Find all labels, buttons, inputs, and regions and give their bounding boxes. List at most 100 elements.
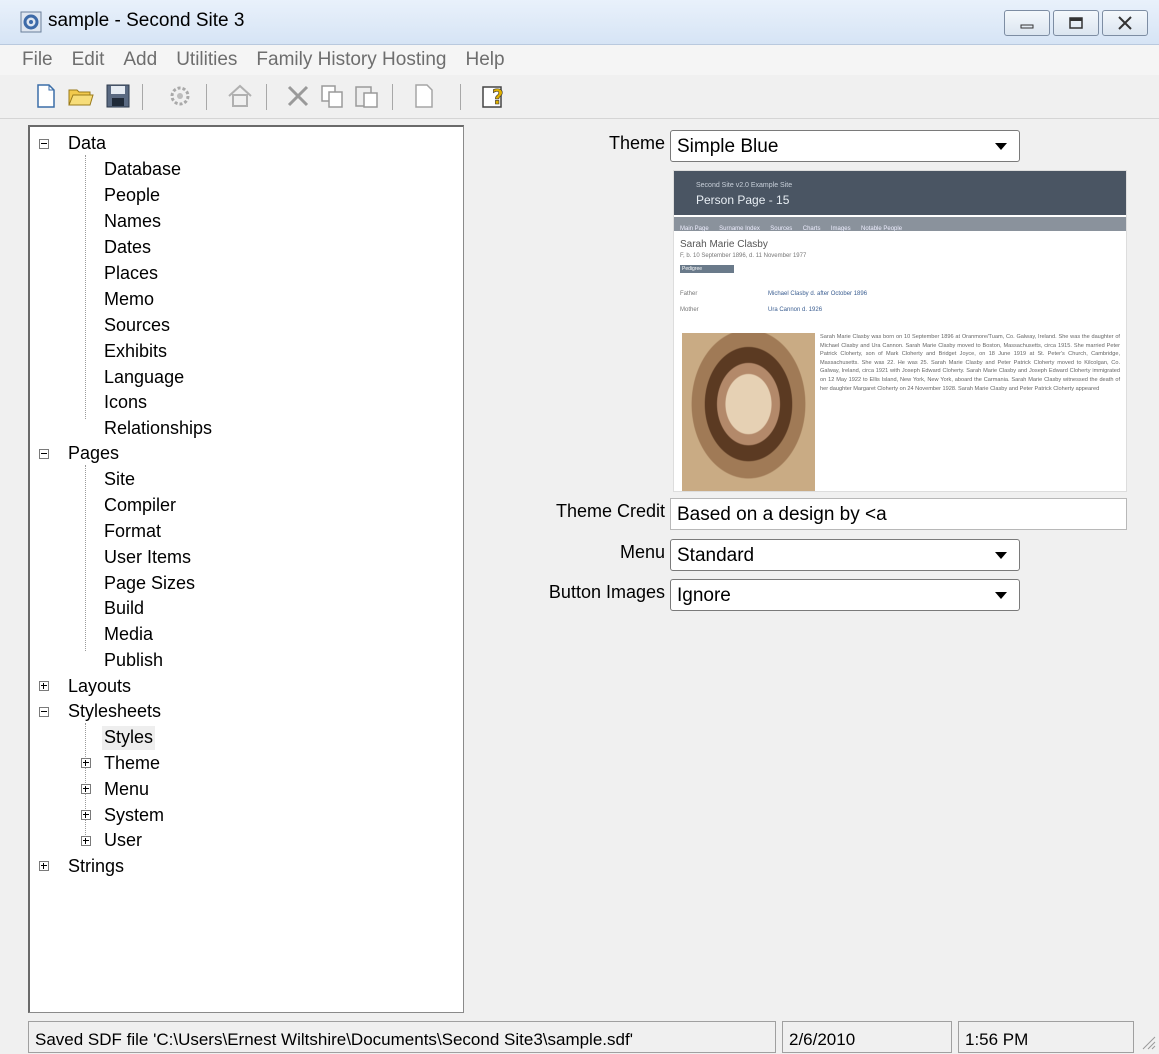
window-controls xyxy=(1004,10,1151,36)
theme-credit-input[interactable]: Based on a design by <a xyxy=(670,498,1127,530)
tree-guide xyxy=(85,155,86,419)
toolbar: ? xyxy=(0,76,1159,119)
dropdown-arrow-icon xyxy=(995,592,1007,599)
menu-utilities[interactable]: Utilities xyxy=(176,49,237,71)
title-bar[interactable]: sample - Second Site 3 xyxy=(0,0,1159,45)
toolbar-separator xyxy=(392,84,393,110)
close-button[interactable] xyxy=(1102,10,1148,36)
tree-item-publish[interactable]: Publish xyxy=(104,649,163,673)
expand-theme-icon[interactable] xyxy=(81,758,91,768)
tree-item-page-sizes[interactable]: Page Sizes xyxy=(104,572,195,596)
preview-mother-value: Ura Cannon d. 1926 xyxy=(768,307,823,313)
preview-site-name: Second Site v2.0 Example Site xyxy=(696,182,793,189)
tree-item-database[interactable]: Database xyxy=(104,158,181,182)
toolbar-separator xyxy=(460,84,461,110)
settings-gear-icon[interactable] xyxy=(166,82,194,110)
menu-add[interactable]: Add xyxy=(123,49,157,71)
collapse-stylesheets-icon[interactable] xyxy=(39,707,49,717)
close-icon xyxy=(1118,16,1132,30)
toolbar-separator xyxy=(206,84,207,110)
toolbar-separator xyxy=(266,84,267,110)
collapse-data-icon[interactable] xyxy=(39,139,49,149)
preview-portrait-photo xyxy=(682,333,815,491)
status-message: Saved SDF file 'C:\Users\Ernest Wiltshir… xyxy=(28,1021,776,1053)
collapse-pages-icon[interactable] xyxy=(39,449,49,459)
tree-item-dates[interactable]: Dates xyxy=(104,236,151,260)
help-icon[interactable]: ? xyxy=(480,82,508,110)
preview-header: Second Site v2.0 Example Site Person Pag… xyxy=(674,171,1126,215)
tree-item-data[interactable]: Data xyxy=(68,132,106,156)
tree-item-user-items[interactable]: User Items xyxy=(104,546,191,570)
preview-nav-item: Surname Index xyxy=(719,226,760,232)
menu-select[interactable]: Standard xyxy=(670,539,1020,571)
tree-item-sources[interactable]: Sources xyxy=(104,314,170,338)
tree-item-build[interactable]: Build xyxy=(104,597,144,621)
tree-item-strings[interactable]: Strings xyxy=(68,855,124,879)
tree-item-pages[interactable]: Pages xyxy=(68,442,119,466)
tree-item-layouts[interactable]: Layouts xyxy=(68,675,131,699)
open-folder-icon[interactable] xyxy=(66,82,94,110)
cut-icon[interactable] xyxy=(284,82,312,110)
theme-select[interactable]: Simple Blue xyxy=(670,130,1020,162)
tree-item-user[interactable]: User xyxy=(104,829,142,853)
preview-person-name: Sarah Marie Clasby xyxy=(680,239,768,250)
expand-layouts-icon[interactable] xyxy=(39,681,49,691)
tree-item-theme[interactable]: Theme xyxy=(104,752,160,776)
toolbar-separator xyxy=(142,84,143,110)
preview-father-row: Father Michael Clasby d. after October 1… xyxy=(680,291,867,297)
tree-item-places[interactable]: Places xyxy=(104,262,158,286)
tree-item-compiler[interactable]: Compiler xyxy=(104,494,176,518)
tree-item-exhibits[interactable]: Exhibits xyxy=(104,340,167,364)
menu-help[interactable]: Help xyxy=(465,49,504,71)
resize-grip-icon[interactable] xyxy=(1140,1034,1156,1050)
dropdown-arrow-icon xyxy=(995,143,1007,150)
tree-item-system[interactable]: System xyxy=(104,804,164,828)
tree-item-icons[interactable]: Icons xyxy=(104,391,147,415)
theme-label: Theme xyxy=(608,133,665,153)
minimize-icon xyxy=(1020,24,1034,29)
menu-bar: File Edit Add Utilities Family History H… xyxy=(0,45,1159,75)
tree-item-memo[interactable]: Memo xyxy=(104,288,154,312)
preview-nav: Main Page Surname Index Sources Charts I… xyxy=(674,217,1126,232)
expand-user-icon[interactable] xyxy=(81,836,91,846)
menu-family-history-hosting[interactable]: Family History Hosting xyxy=(256,49,446,71)
tree-item-people[interactable]: People xyxy=(104,184,160,208)
tree-item-site[interactable]: Site xyxy=(104,468,135,492)
menu-label: Menu xyxy=(619,542,665,562)
home-icon[interactable] xyxy=(226,82,254,110)
tree-guide xyxy=(85,465,86,651)
maximize-icon xyxy=(1069,17,1083,29)
expand-system-icon[interactable] xyxy=(81,810,91,820)
preview-nav-item: Main Page xyxy=(680,226,709,232)
tree-item-names[interactable]: Names xyxy=(104,210,161,234)
dropdown-arrow-icon xyxy=(995,552,1007,559)
save-icon[interactable] xyxy=(104,82,132,110)
blank-page-icon[interactable] xyxy=(410,82,438,110)
button-images-select[interactable]: Ignore xyxy=(670,579,1020,611)
tree-item-media[interactable]: Media xyxy=(104,623,153,647)
paste-icon[interactable] xyxy=(352,82,380,110)
minimize-button[interactable] xyxy=(1004,10,1050,36)
new-file-icon[interactable] xyxy=(32,82,60,110)
tree-item-stylesheets[interactable]: Stylesheets xyxy=(68,700,161,724)
tree-item-styles[interactable]: Styles xyxy=(102,726,156,750)
tree-item-menu[interactable]: Menu xyxy=(104,778,149,802)
tree-item-relationships[interactable]: Relationships xyxy=(104,417,212,441)
navigation-tree[interactable]: Data Database People Names Dates Places … xyxy=(28,125,464,1013)
maximize-button[interactable] xyxy=(1053,10,1099,36)
expand-strings-icon[interactable] xyxy=(39,861,49,871)
button-images-label: Button Images xyxy=(548,582,665,602)
preview-badge: Pedigree xyxy=(680,265,734,273)
expand-menu-icon[interactable] xyxy=(81,784,91,794)
tree-item-format[interactable]: Format xyxy=(104,520,161,544)
preview-page-title: Person Page - 15 xyxy=(696,193,790,207)
menu-edit[interactable]: Edit xyxy=(72,49,105,71)
menu-select-value: Standard xyxy=(677,545,755,566)
theme-credit-label: Theme Credit xyxy=(555,501,665,521)
tree-item-language[interactable]: Language xyxy=(104,366,184,390)
menu-file[interactable]: File xyxy=(22,49,53,71)
copy-icon[interactable] xyxy=(318,82,346,110)
preview-father-label: Father xyxy=(680,291,698,297)
preview-person-dates: F, b. 10 September 1896, d. 11 November … xyxy=(680,253,807,259)
button-images-select-value: Ignore xyxy=(677,585,731,606)
